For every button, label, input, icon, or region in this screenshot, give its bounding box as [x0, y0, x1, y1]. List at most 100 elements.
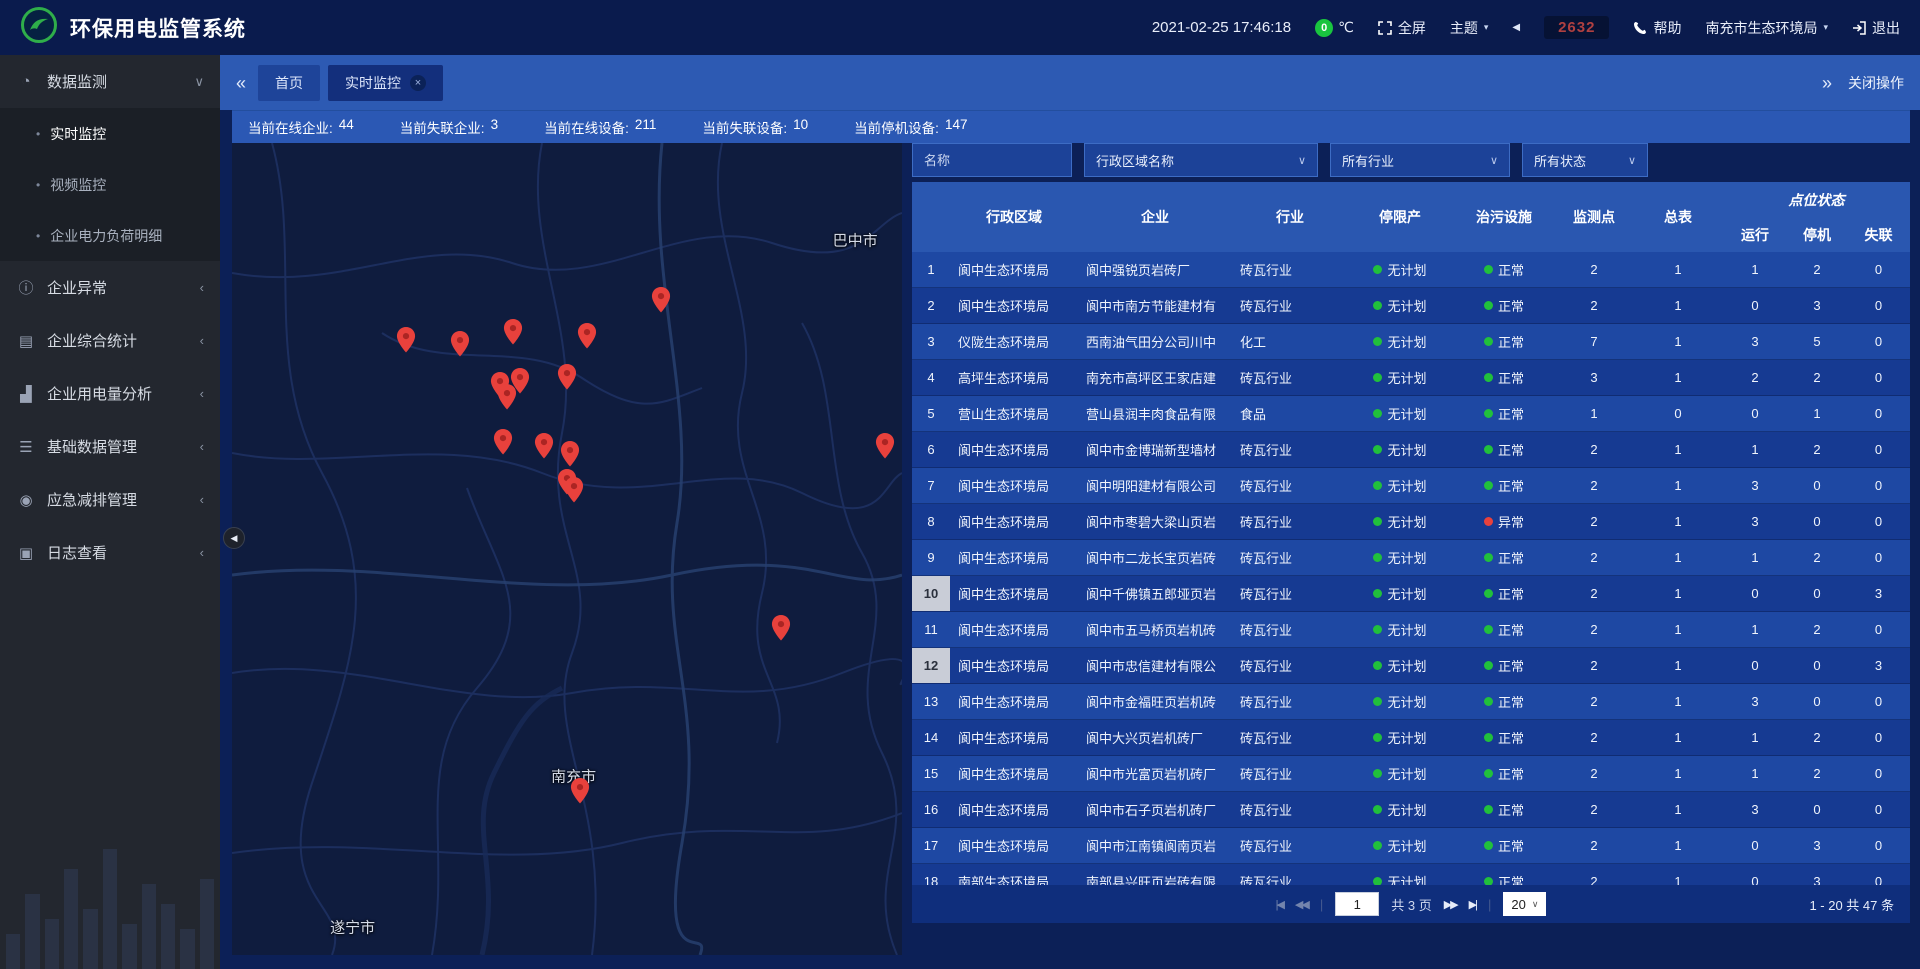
- header-industry: 行业: [1232, 182, 1348, 252]
- cell-run: 2: [1724, 360, 1786, 395]
- stat-value: 44: [339, 117, 354, 137]
- table-row[interactable]: 8阆中生态环境局阆中市枣碧大梁山页岩砖瓦行业无计划异常21300: [912, 504, 1910, 540]
- cell-stop-production: 无计划: [1348, 648, 1452, 683]
- sidebar-group-data-monitoring[interactable]: ◔数据监测∨: [0, 55, 220, 108]
- map-pin[interactable]: [450, 331, 469, 362]
- table-row[interactable]: 6阆中生态环境局阆中市金博瑞新型墙材砖瓦行业无计划正常21120: [912, 432, 1910, 468]
- theme-menu[interactable]: 主题 ▾: [1450, 18, 1489, 38]
- cell-lost: 0: [1848, 864, 1909, 885]
- cell-meters: 0: [1632, 396, 1724, 431]
- help-button[interactable]: 帮助: [1633, 18, 1681, 38]
- cell-stopped: 0: [1786, 468, 1848, 503]
- cell-points: 1: [1556, 396, 1632, 431]
- chevron-down-icon: ∨: [194, 74, 204, 90]
- tab-realtime-monitor[interactable]: 实时监控×: [328, 65, 443, 101]
- region-filter-select[interactable]: 行政区域名称 ∨: [1084, 143, 1318, 177]
- map-pin-layer: [232, 143, 902, 955]
- org-menu[interactable]: 南充市生态环境局 ▾: [1705, 18, 1828, 38]
- fullscreen-button[interactable]: 全屏: [1378, 18, 1426, 38]
- map-pin[interactable]: [558, 364, 577, 395]
- sidebar-group-enterprise-statistics[interactable]: ▤企业综合统计‹: [0, 314, 220, 367]
- table-row[interactable]: 18南部生态环境局南部县兴旺页岩砖有限砖瓦行业无计划正常21030: [912, 864, 1910, 885]
- sidebar-group-base-data-management[interactable]: ☰基础数据管理‹: [0, 420, 220, 473]
- map-pin[interactable]: [876, 433, 895, 464]
- logout-button[interactable]: 退出: [1852, 18, 1900, 38]
- cell-company: 阆中市江南镇阆南页岩: [1078, 828, 1232, 863]
- header-lost: 失联: [1848, 217, 1909, 252]
- row-number: 5: [912, 396, 950, 431]
- table-row[interactable]: 13阆中生态环境局阆中市金福旺页岩机砖砖瓦行业无计划正常21300: [912, 684, 1910, 720]
- weather-widget: 0 ℃: [1315, 19, 1354, 37]
- tab-scroll-right-icon[interactable]: »: [1822, 74, 1832, 92]
- page-size-value: 20: [1511, 897, 1525, 912]
- map-pin[interactable]: [571, 778, 590, 809]
- row-number: 3: [912, 324, 950, 359]
- table-row[interactable]: 2阆中生态环境局阆中市南方节能建材有砖瓦行业无计划正常21030: [912, 288, 1910, 324]
- table-row[interactable]: 17阆中生态环境局阆中市江南镇阆南页岩砖瓦行业无计划正常21030: [912, 828, 1910, 864]
- prev-page-button[interactable]: ◀◀: [1295, 898, 1308, 911]
- tab-scroll-left-icon[interactable]: «: [236, 74, 246, 92]
- table-row[interactable]: 7阆中生态环境局阆中明阳建材有限公司砖瓦行业无计划正常21300: [912, 468, 1910, 504]
- cell-company: 阆中千佛镇五郎垭页岩: [1078, 576, 1232, 611]
- pagination: |◀ ◀◀ | 共 3 页 ▶▶ ▶| | 20 ∨: [912, 885, 1910, 923]
- map-pin[interactable]: [497, 384, 516, 415]
- alarm-ticker-toggle[interactable]: ◀: [1512, 22, 1520, 33]
- table-row[interactable]: 9阆中生态环境局阆中市二龙长宝页岩砖砖瓦行业无计划正常21120: [912, 540, 1910, 576]
- map-pin[interactable]: [494, 429, 513, 460]
- close-operations-menu[interactable]: 关闭操作: [1848, 73, 1904, 93]
- temperature-unit: ℃: [1338, 19, 1354, 36]
- cell-run: 1: [1724, 432, 1786, 467]
- map-pin[interactable]: [578, 323, 597, 354]
- map-pin[interactable]: [534, 433, 553, 464]
- map-pin[interactable]: [772, 615, 791, 646]
- table-row[interactable]: 15阆中生态环境局阆中市光富页岩机砖厂砖瓦行业无计划正常21120: [912, 756, 1910, 792]
- sidebar-group-power-usage-analysis[interactable]: ▟企业用电量分析‹: [0, 367, 220, 420]
- sidebar-group-enterprise-abnormal[interactable]: ⓘ企业异常‹: [0, 261, 220, 314]
- table-row[interactable]: 10阆中生态环境局阆中千佛镇五郎垭页岩砖瓦行业无计划正常21003: [912, 576, 1910, 612]
- map-pin[interactable]: [397, 327, 416, 358]
- header-meters: 总表: [1632, 182, 1724, 252]
- table-row[interactable]: 12阆中生态环境局阆中市忠信建材有限公砖瓦行业无计划正常21003: [912, 648, 1910, 684]
- cell-points: 2: [1556, 684, 1632, 719]
- table-row[interactable]: 3仪陇生态环境局西南油气田分公司川中化工无计划正常71350: [912, 324, 1910, 360]
- last-page-button[interactable]: ▶|: [1469, 898, 1476, 911]
- cell-stopped: 0: [1786, 504, 1848, 539]
- name-filter-input[interactable]: [924, 153, 1060, 168]
- first-page-button[interactable]: |◀: [1276, 898, 1283, 911]
- table-row[interactable]: 1阆中生态环境局阆中强锐页岩砖厂砖瓦行业无计划正常21120: [912, 252, 1910, 288]
- page-input[interactable]: [1335, 892, 1379, 916]
- status-dot: [1484, 301, 1493, 310]
- table-row[interactable]: 14阆中生态环境局阆中大兴页岩机砖厂砖瓦行业无计划正常21120: [912, 720, 1910, 756]
- table-row[interactable]: 4高坪生态环境局南充市高坪区王家店建砖瓦行业无计划正常31220: [912, 360, 1910, 396]
- page-size-select[interactable]: 20 ∨: [1503, 892, 1546, 916]
- map-collapse-toggle[interactable]: ◀: [223, 527, 245, 549]
- tab-home[interactable]: 首页: [258, 65, 320, 101]
- cell-region: 阆中生态环境局: [950, 468, 1078, 503]
- sidebar-item-realtime-monitor[interactable]: •实时监控: [0, 108, 220, 159]
- map-pin[interactable]: [564, 477, 583, 508]
- map-pin[interactable]: [561, 441, 580, 472]
- table-row[interactable]: 11阆中生态环境局阆中市五马桥页岩机砖砖瓦行业无计划正常21120: [912, 612, 1910, 648]
- status-filter-select[interactable]: 所有状态 ∨: [1522, 143, 1648, 177]
- sidebar-item-video-monitor[interactable]: •视频监控: [0, 159, 220, 210]
- map-pin[interactable]: [651, 287, 670, 318]
- sidebar-group-label: 日志查看: [47, 542, 107, 563]
- next-page-button[interactable]: ▶▶: [1444, 898, 1457, 911]
- cell-meters: 1: [1632, 612, 1724, 647]
- sidebar-item-power-load-detail[interactable]: •企业电力负荷明细: [0, 210, 220, 261]
- sidebar-group-emergency-reduction[interactable]: ◉应急减排管理‹: [0, 473, 220, 526]
- cell-lost: 0: [1848, 684, 1909, 719]
- row-number: 11: [912, 612, 950, 647]
- tab-close-icon[interactable]: ×: [410, 75, 426, 91]
- industry-filter-select[interactable]: 所有行业 ∨: [1330, 143, 1510, 177]
- log-icon: ▣: [16, 544, 36, 562]
- map-city-label: 巴中市: [833, 230, 878, 251]
- map-pin[interactable]: [504, 319, 523, 350]
- cell-company: 阆中市石子页岩机砖厂: [1078, 792, 1232, 827]
- table-row[interactable]: 16阆中生态环境局阆中市石子页岩机砖厂砖瓦行业无计划正常21300: [912, 792, 1910, 828]
- alarm-count-badge[interactable]: 2632: [1544, 16, 1609, 39]
- sidebar-group-log-view[interactable]: ▣日志查看‹: [0, 526, 220, 579]
- map[interactable]: 巴中市南充市遂宁市: [232, 143, 902, 955]
- table-row[interactable]: 5营山生态环境局营山县润丰肉食品有限食品无计划正常10010: [912, 396, 1910, 432]
- cell-meters: 1: [1632, 756, 1724, 791]
